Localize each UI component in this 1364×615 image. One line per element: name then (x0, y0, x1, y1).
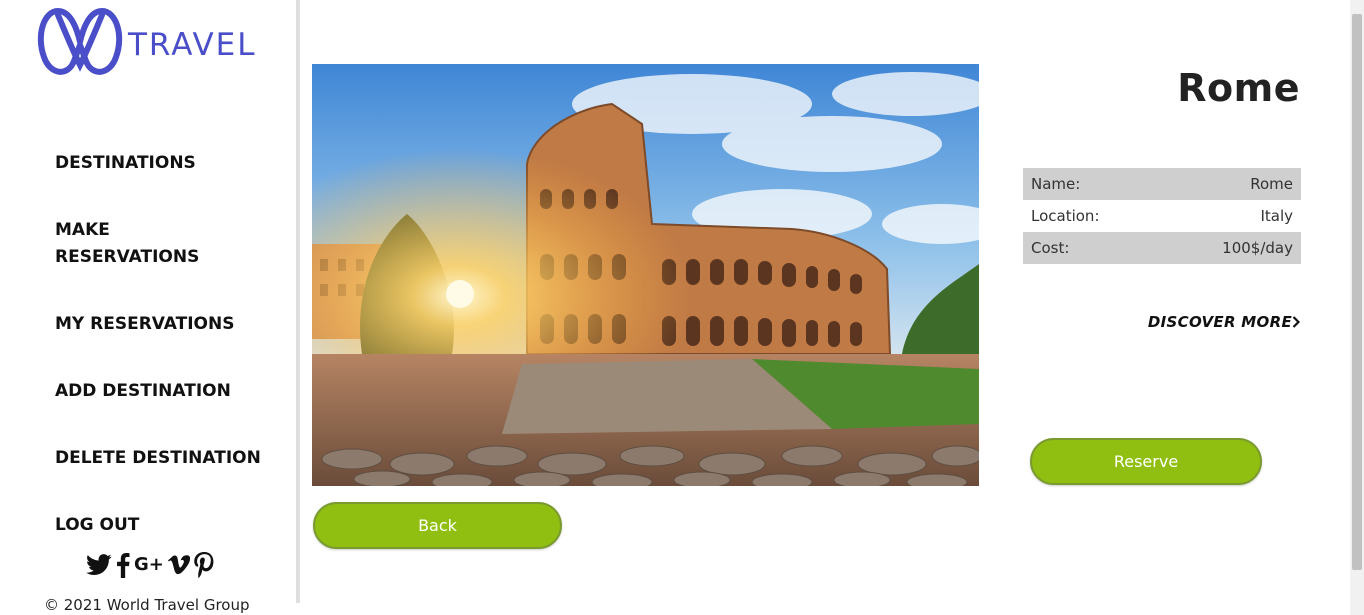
discover-more-label: DISCOVER MORE (1147, 313, 1292, 331)
logo[interactable]: TRAVEL (34, 5, 266, 79)
sidebar: TRAVEL DESTINATIONS MAKE RESERVATIONS MY… (0, 0, 297, 614)
details-label: Name: (1031, 175, 1081, 193)
details-value: 100$/day (1222, 239, 1293, 257)
destination-details-table: Name: Rome Location: Italy Cost: 100$/da… (1023, 168, 1301, 264)
logo-text: TRAVEL (128, 27, 257, 63)
nav-item-label: LOG OUT (55, 515, 140, 535)
details-row-location: Location: Italy (1023, 200, 1301, 232)
pinterest-icon[interactable] (194, 552, 214, 578)
nav-item-label: MY RESERVATIONS (55, 314, 235, 334)
nav-item-label: RESERVATIONS (55, 247, 200, 267)
nav-item-label: DESTINATIONS (55, 153, 196, 173)
facebook-icon[interactable] (116, 552, 130, 578)
destination-title: Rome (1177, 66, 1300, 110)
back-button[interactable]: Back (313, 502, 562, 549)
details-value: Italy (1260, 207, 1293, 225)
details-row-cost: Cost: 100$/day (1023, 232, 1301, 264)
nav-item-make-reservations[interactable]: MAKE RESERVATIONS (55, 217, 199, 271)
nav-item-destinations[interactable]: DESTINATIONS (55, 150, 196, 177)
details-label: Cost: (1031, 239, 1070, 257)
twitter-icon[interactable] (86, 554, 112, 576)
details-label: Location: (1031, 207, 1100, 225)
nav-item-my-reservations[interactable]: MY RESERVATIONS (55, 311, 234, 338)
discover-more-link[interactable]: DISCOVER MORE (1147, 313, 1301, 331)
google-plus-icon[interactable]: G+ (134, 550, 164, 580)
nav-item-add-destination[interactable]: ADD DESTINATION (55, 378, 231, 405)
colosseum-photo (312, 64, 979, 486)
nav-item-label: MAKE (55, 220, 110, 240)
colosseum-illustration (312, 64, 979, 486)
nav-item-delete-destination[interactable]: DELETE DESTINATION (55, 445, 261, 472)
nav-item-label: ADD DESTINATION (55, 381, 231, 401)
sidebar-divider (296, 0, 300, 603)
chevron-right-icon (1292, 316, 1301, 328)
vimeo-icon[interactable] (167, 554, 190, 576)
nav-item-log-out[interactable]: LOG OUT (55, 512, 139, 539)
details-value: Rome (1250, 175, 1293, 193)
reserve-button[interactable]: Reserve (1030, 438, 1262, 485)
social-links: G+ (86, 550, 214, 580)
nav-item-label: DELETE DESTINATION (55, 448, 261, 468)
scrollbar-thumb[interactable] (1352, 14, 1362, 570)
details-row-name: Name: Rome (1023, 168, 1301, 200)
copyright: © 2021 World Travel Group (44, 596, 250, 614)
logo-mark-icon (37, 8, 123, 75)
